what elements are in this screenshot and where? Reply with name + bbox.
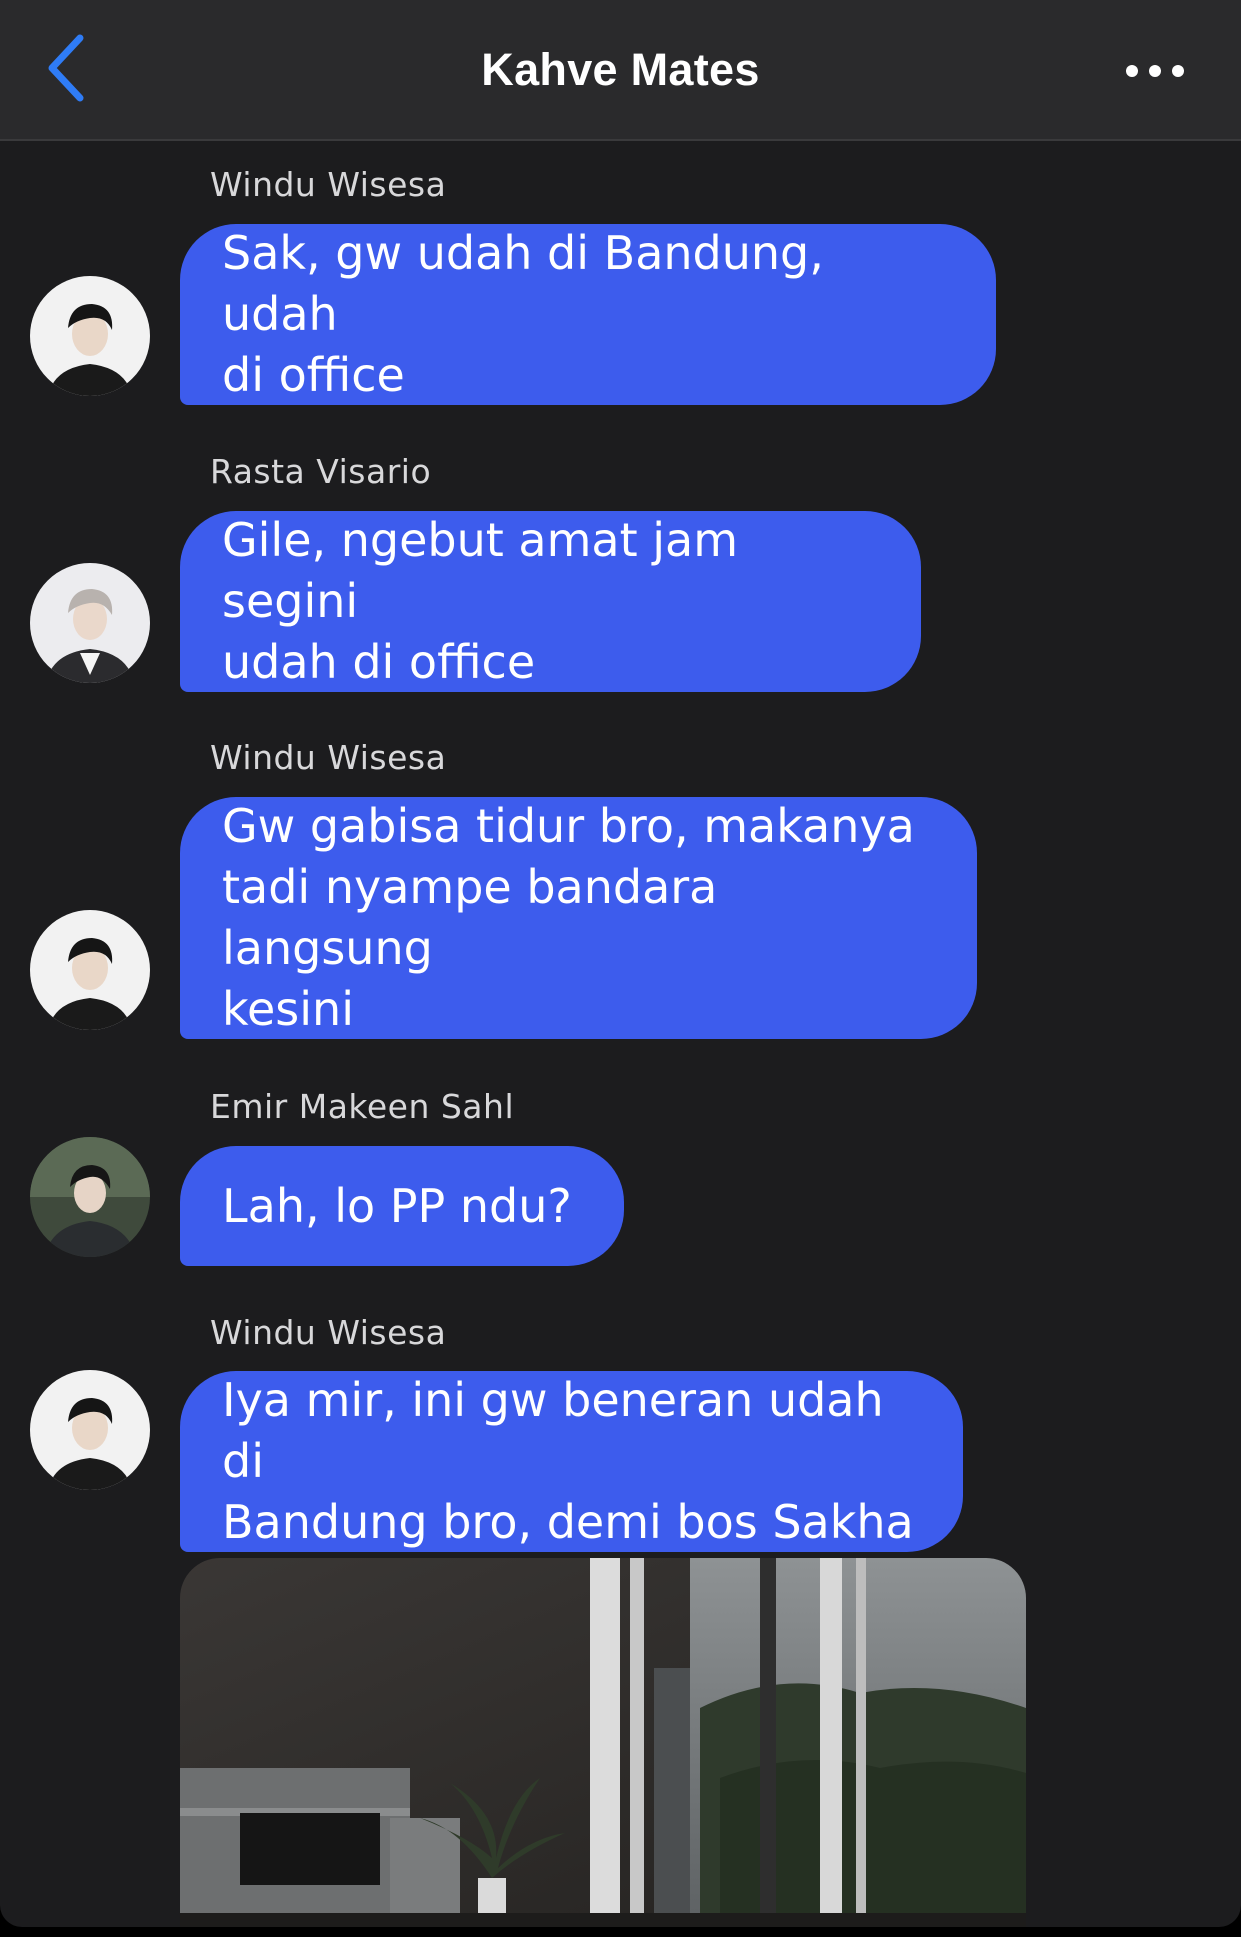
message-bubble[interactable]: Iya mir, ini gw beneran udah di Bandung …: [180, 1371, 963, 1552]
sender-name: Windu Wisesa: [210, 738, 447, 777]
sender-name: Windu Wisesa: [210, 165, 447, 204]
ellipsis-dot: [1172, 65, 1184, 77]
sender-name: Rasta Visario: [210, 452, 432, 491]
photo-attachment[interactable]: [180, 1558, 1026, 1927]
chat-header: Kahve Mates: [0, 0, 1241, 141]
message-bubble[interactable]: Lah, lo PP ndu?: [180, 1146, 624, 1266]
ellipsis-dot: [1149, 65, 1161, 77]
message-bubble[interactable]: Gw gabisa tidur bro, makanya tadi nyampe…: [180, 797, 977, 1039]
avatar[interactable]: [30, 563, 150, 683]
avatar[interactable]: [30, 1370, 150, 1490]
more-options-button[interactable]: [1105, 46, 1205, 96]
chat-title: Kahve Mates: [481, 44, 760, 95]
ellipsis-icon: [1126, 65, 1138, 77]
office-window-photo: [180, 1558, 1026, 1927]
sender-name: Windu Wisesa: [210, 1313, 447, 1352]
sender-name: Emir Makeen Sahl: [210, 1087, 515, 1126]
avatar[interactable]: [30, 1137, 150, 1257]
message-bubble[interactable]: Sak, gw udah di Bandung, udah di office: [180, 224, 996, 405]
chat-screen: Kahve Mates Windu Wisesa Sak, gw udah di…: [0, 0, 1241, 1927]
avatar[interactable]: [30, 910, 150, 1030]
message-bubble[interactable]: Gile, ngebut amat jam segini udah di off…: [180, 511, 921, 692]
avatar[interactable]: [30, 276, 150, 396]
